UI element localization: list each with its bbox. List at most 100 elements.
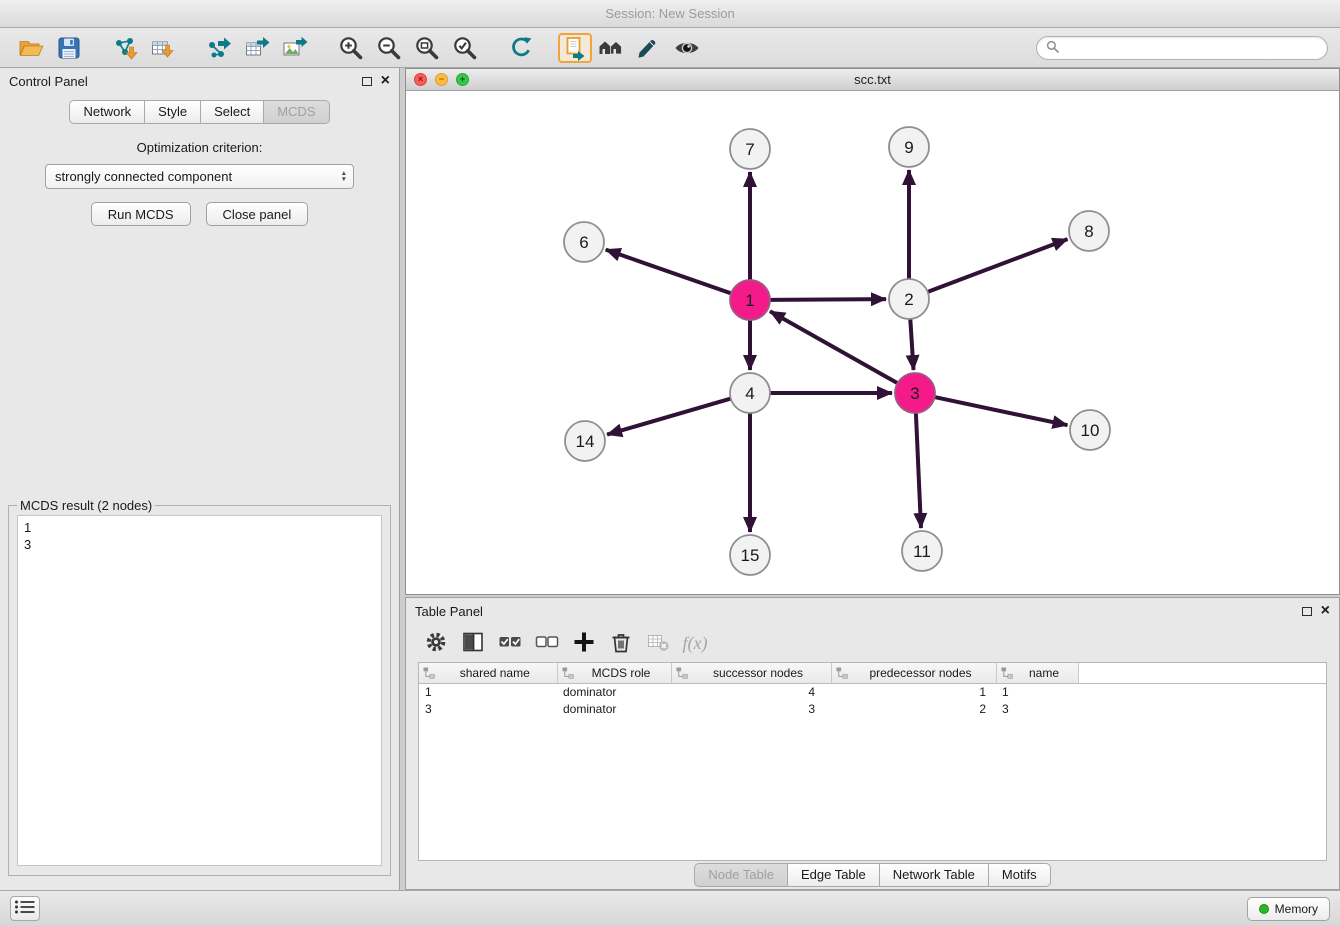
edge-3-10[interactable] [935,397,1068,425]
tab-motifs[interactable]: Motifs [988,863,1051,887]
toolbar-icon-group [12,32,706,64]
optimization-criterion-label: Optimization criterion: [0,140,399,155]
node-label: 1 [745,291,754,310]
network-canvas[interactable]: 7 9 6 8 1 2 4 3 14 10 15 11 [406,91,1339,594]
table-panel-close-icon[interactable]: × [1321,605,1330,617]
column-header-predecessor-nodes[interactable]: predecessor nodes [831,663,996,683]
open-session-button[interactable] [12,32,50,64]
graph-node-1[interactable]: 1 [730,280,770,320]
column-header-successor-nodes[interactable]: successor nodes [671,663,831,683]
tab-mcds[interactable]: MCDS [263,100,329,124]
search-input[interactable] [1064,39,1318,56]
select-all-rows-button[interactable] [494,628,526,658]
delete-table-button[interactable] [642,628,674,658]
zoom-fit-button[interactable] [408,32,446,64]
control-panel: Control Panel × Network Style Select MCD… [0,68,400,890]
tab-style[interactable]: Style [144,100,201,124]
control-panel-tab-bar: Network Style Select MCDS [0,100,399,124]
edge-1-6[interactable] [606,250,731,294]
toggle-columns-button[interactable] [457,628,489,658]
mcds-result-list[interactable]: 13 [17,515,382,866]
graph-node-6[interactable]: 6 [564,222,604,262]
memory-button[interactable]: Memory [1247,897,1330,921]
import-network-button[interactable] [106,32,144,64]
graph-node-14[interactable]: 14 [565,421,605,461]
import-network-icon [112,35,138,61]
show-hide-details-button[interactable] [668,32,706,64]
network-graph[interactable]: 7 9 6 8 1 2 4 3 14 10 15 11 [406,91,1338,594]
tab-node-table[interactable]: Node Table [694,863,788,887]
function-builder-button[interactable]: f(x) [679,628,711,658]
tab-edge-table[interactable]: Edge Table [787,863,880,887]
zoom-selected-button[interactable] [446,32,484,64]
table-row[interactable]: 1dominator411 [419,683,1326,700]
edge-4-14[interactable] [607,399,731,435]
graph-node-8[interactable]: 8 [1069,211,1109,251]
refresh-view-button[interactable] [502,32,540,64]
table-panel-float-button[interactable] [1302,604,1312,619]
open-new-window-button[interactable] [558,33,592,63]
mcds-result-legend: MCDS result (2 nodes) [17,498,155,513]
graph-node-3[interactable]: 3 [895,373,935,413]
control-panel-float-button[interactable] [362,74,372,89]
table-cell: dominator [557,700,671,717]
add-column-button[interactable] [568,628,600,658]
window-zoom-button[interactable]: + [456,73,469,86]
first-neighbors-button[interactable] [592,32,630,64]
graph-node-7[interactable]: 7 [730,129,770,169]
zoom-in-button[interactable] [332,32,370,64]
zoom-out-button[interactable] [370,32,408,64]
criterion-select[interactable]: strongly connected component ▲▼ [45,164,354,189]
titlebar: Session: New Session [0,0,1340,28]
zoom-selected-icon [452,35,478,61]
table-cell: 3 [996,700,1078,717]
export-network-button[interactable] [200,32,238,64]
column-header-shared-name[interactable]: shared name [419,663,557,683]
tab-select[interactable]: Select [200,100,264,124]
run-mcds-button[interactable]: Run MCDS [91,202,191,226]
graph-node-15[interactable]: 15 [730,535,770,575]
export-image-button[interactable] [276,32,314,64]
graph-node-4[interactable]: 4 [730,373,770,413]
window-close-button[interactable]: × [414,73,427,86]
edge-2-8[interactable] [928,239,1068,292]
table-row[interactable]: 3dominator323 [419,700,1326,717]
network-window-title: scc.txt [854,72,891,87]
node-label: 7 [745,140,754,159]
window-minimize-button[interactable]: − [435,73,448,86]
zoom-in-icon [338,35,364,61]
node-label: 15 [741,546,760,565]
export-table-button[interactable] [238,32,276,64]
edge-1-2[interactable] [770,299,886,300]
delete-table-icon [646,630,670,657]
tab-network-table[interactable]: Network Table [879,863,989,887]
export-image-icon [282,35,308,61]
edge-3-11[interactable] [916,413,921,528]
search-field[interactable] [1036,36,1328,60]
edge-2-3[interactable] [910,319,913,370]
delete-column-button[interactable] [605,628,637,658]
table-cell: 3 [671,700,831,717]
save-session-button[interactable] [50,32,88,64]
graph-node-2[interactable]: 2 [889,279,929,319]
node-table-container: shared name MCDS role successor nodes pr… [418,662,1327,861]
control-panel-title: Control Panel [9,74,88,89]
panel-toggle-button[interactable] [10,896,40,921]
apply-style-button[interactable] [630,32,668,64]
deselect-all-rows-button[interactable] [531,628,563,658]
close-mcds-panel-button[interactable]: Close panel [206,202,309,226]
table-settings-button[interactable] [420,628,452,658]
control-panel-close-icon[interactable]: × [381,75,390,87]
column-header-mcds-role[interactable]: MCDS role [557,663,671,683]
status-bar: Memory [0,890,1340,926]
graph-node-9[interactable]: 9 [889,127,929,167]
graph-node-10[interactable]: 10 [1070,410,1110,450]
column-header-name[interactable]: name [996,663,1078,683]
memory-status-dot [1259,904,1269,914]
import-table-button[interactable] [144,32,182,64]
graph-node-11[interactable]: 11 [902,531,942,571]
tab-network[interactable]: Network [69,100,145,124]
edge-3-1[interactable] [770,311,898,383]
table-cell-filler [1078,683,1326,700]
right-column: × − + scc.txt 7968124314101511 Table Pan… [405,68,1340,890]
